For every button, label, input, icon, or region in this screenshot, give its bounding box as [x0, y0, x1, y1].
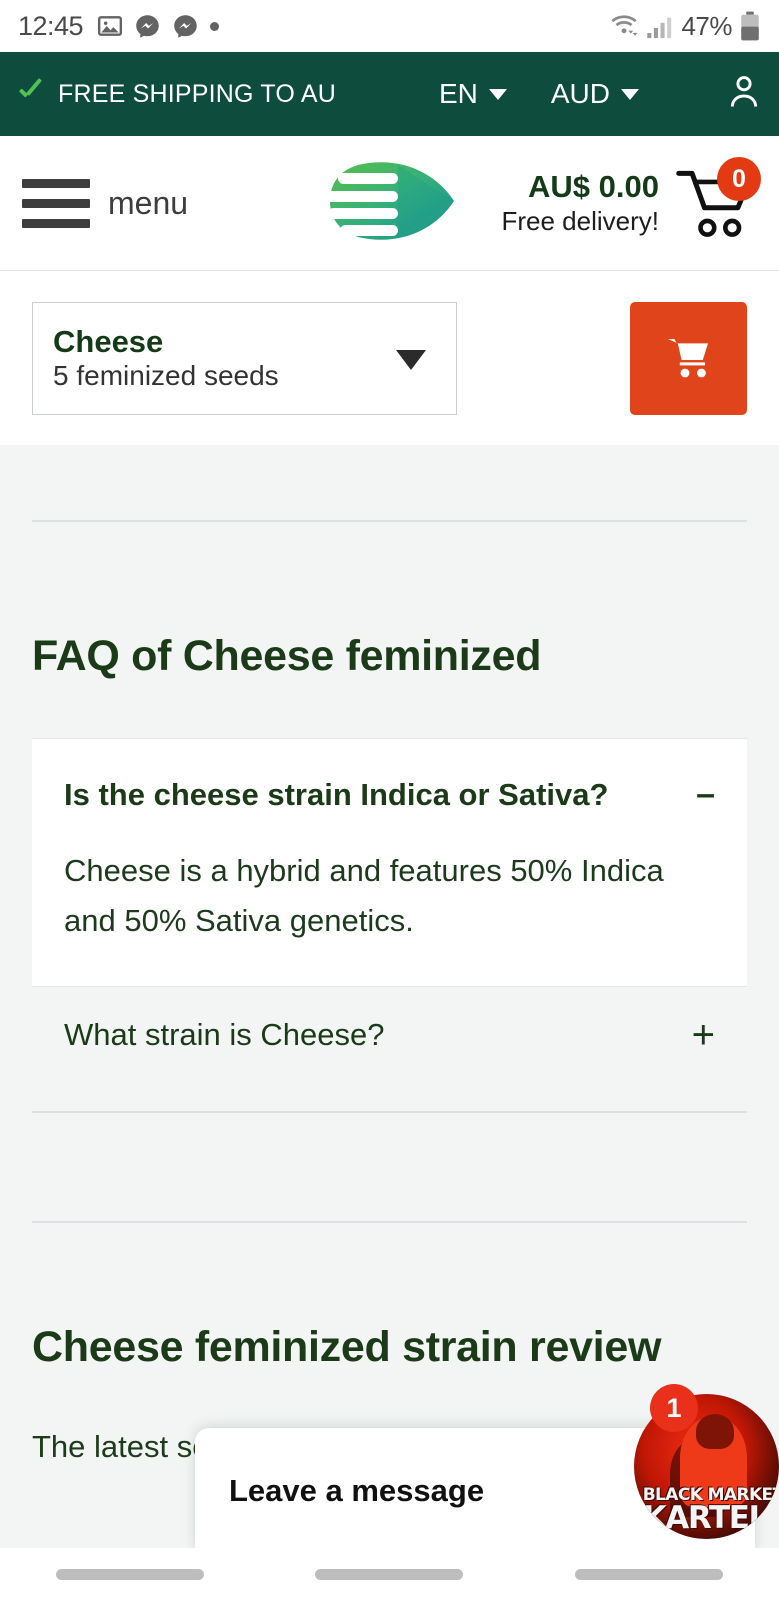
faq-item-collapsed[interactable]: What strain is Cheese? + — [32, 987, 747, 1083]
dot-icon — [210, 21, 220, 31]
chevron-down-icon — [621, 88, 639, 100]
messenger-icon — [136, 14, 159, 38]
wifi-icon — [611, 15, 638, 36]
android-navigation-bar — [0, 1548, 779, 1600]
status-bar-system-icons: 47% — [609, 11, 761, 42]
status-bar: 12:45 47% — [0, 0, 779, 52]
add-to-cart-button[interactable] — [630, 301, 747, 415]
faq-expand-icon[interactable]: + — [692, 1015, 715, 1055]
variant-text: Cheese 5 feminized seeds — [53, 324, 279, 392]
faq-item-expanded[interactable]: Is the cheese strain Indica or Sativa? –… — [32, 738, 747, 988]
faq-question-label: Is the cheese strain Indica or Sativa? — [64, 776, 609, 812]
leaf-logo-icon — [319, 161, 454, 240]
faq-answer: Cheese is a hybrid and features 50% Indi… — [64, 853, 664, 939]
avatar-hood-icon — [696, 1414, 735, 1450]
variant-title: Cheese — [53, 323, 164, 359]
variant-subtitle: 5 feminized seeds — [53, 359, 279, 391]
language-selector[interactable]: EN — [439, 78, 507, 110]
faq-heading: FAQ of Cheese feminized — [32, 632, 542, 680]
account-button[interactable] — [727, 74, 761, 115]
menu-button[interactable]: menu — [22, 178, 189, 228]
site-logo[interactable] — [314, 151, 466, 256]
free-shipping-label: FREE SHIPPING TO AU — [58, 79, 336, 108]
chat-widget-title: Leave a message — [229, 1472, 485, 1508]
mobile-screen: 12:45 47% FREE SHIPPING TO AU EN AUD men… — [0, 0, 779, 1600]
cart-icon-wrapper[interactable]: 0 — [673, 157, 761, 243]
hamburger-menu-icon — [22, 178, 90, 228]
language-label: EN — [438, 78, 478, 109]
promo-banner: FREE SHIPPING TO AU EN AUD — [0, 52, 779, 136]
chat-unread-badge: 1 — [650, 1384, 698, 1432]
gallery-icon — [98, 16, 123, 36]
cart-price-block: AU$ 0.00 Free delivery! — [502, 169, 660, 236]
menu-label: menu — [108, 184, 189, 221]
free-shipping-notice: FREE SHIPPING TO AU — [18, 80, 336, 109]
shopping-cart-icon — [667, 339, 708, 378]
chevron-down-icon — [396, 350, 426, 370]
currency-label: AUD — [550, 78, 610, 109]
avatar-brand-text: BLACK MARKET KARTEL — [642, 1487, 779, 1537]
cart-total: AU$ 0.00 — [528, 169, 659, 205]
back-pill[interactable] — [575, 1568, 724, 1580]
check-icon — [18, 84, 44, 104]
home-pill[interactable] — [315, 1568, 464, 1580]
user-account-icon — [730, 75, 758, 107]
status-bar-notification-icons — [97, 13, 220, 40]
cellular-signal-icon — [647, 17, 672, 39]
currency-selector[interactable]: AUD — [551, 78, 639, 110]
messenger-icon — [174, 14, 197, 38]
recents-pill[interactable] — [55, 1568, 204, 1580]
faq-question-row[interactable]: Is the cheese strain Indica or Sativa? – — [64, 775, 715, 814]
battery-percent-label: 47% — [681, 10, 732, 41]
faq-question-label: What strain is Cheese? — [64, 1017, 385, 1053]
chevron-down-icon — [488, 88, 507, 100]
site-header: menu AU$ 0.00 Free delivery! 0 — [0, 136, 779, 271]
product-purchase-bar: Cheese 5 feminized seeds — [0, 271, 779, 445]
cart-count-badge: 0 — [717, 157, 761, 201]
avatar-brand-line2: KARTEL — [642, 1500, 769, 1537]
free-delivery-note: Free delivery! — [501, 205, 660, 236]
variant-select[interactable]: Cheese 5 feminized seeds — [32, 301, 457, 415]
review-heading: Cheese feminized strain review — [32, 1323, 662, 1372]
battery-icon — [741, 11, 759, 41]
status-bar-clock: 12:45 — [18, 10, 84, 41]
banner-controls: EN AUD — [439, 74, 761, 115]
faq-collapse-icon[interactable]: – — [678, 775, 715, 814]
cart-summary[interactable]: AU$ 0.00 Free delivery! 0 — [502, 157, 761, 243]
